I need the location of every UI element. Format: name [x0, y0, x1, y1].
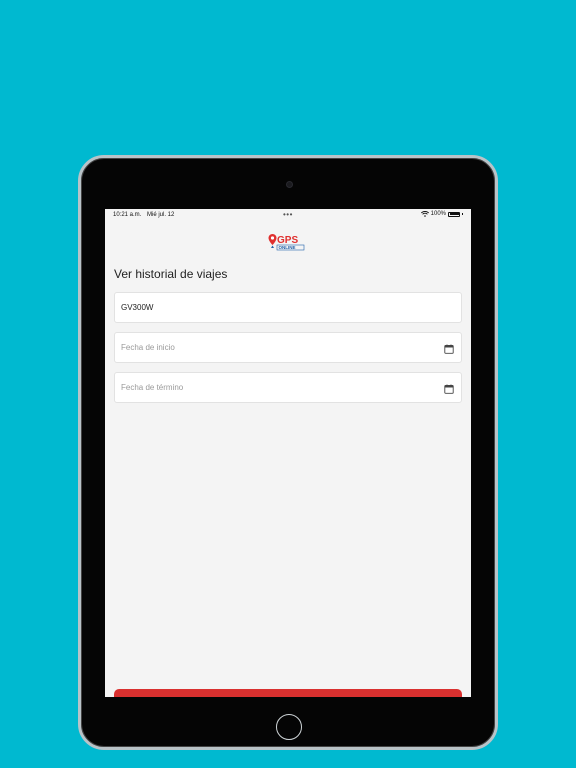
battery-percent: 100%: [430, 211, 446, 217]
logo-sub-text: ONLINE: [279, 245, 296, 250]
battery-tip: [462, 213, 463, 215]
status-bar: 10:21 a.m. Mié jul. 12 ••• 100%: [105, 209, 471, 220]
end-date-input[interactable]: [121, 383, 421, 392]
calendar-icon[interactable]: [444, 384, 454, 394]
ipad-frame: 10:21 a.m. Mié jul. 12 ••• 100% GPS ONLI…: [78, 155, 498, 750]
start-date-input[interactable]: [121, 343, 421, 352]
gps-online-logo: GPS ONLINE: [268, 234, 305, 251]
page-title: Ver historial de viajes: [114, 267, 228, 281]
multitasking-dots-icon[interactable]: •••: [283, 210, 293, 219]
home-button[interactable]: [276, 714, 302, 740]
battery-icon: [448, 211, 460, 217]
submit-button[interactable]: [114, 689, 462, 697]
camera-icon: [286, 181, 293, 188]
vehicle-input[interactable]: [121, 303, 421, 312]
wifi-icon: [420, 211, 429, 217]
status-date: Mié jul. 12: [147, 212, 175, 218]
status-time: 10:21 a.m.: [113, 212, 142, 218]
vehicle-field[interactable]: [114, 292, 462, 323]
status-indicators: 100%: [420, 211, 463, 217]
start-date-field[interactable]: [114, 332, 462, 363]
app-screen: 10:21 a.m. Mié jul. 12 ••• 100% GPS ONLI…: [105, 209, 471, 697]
end-date-field[interactable]: [114, 372, 462, 403]
calendar-icon[interactable]: [444, 344, 454, 354]
